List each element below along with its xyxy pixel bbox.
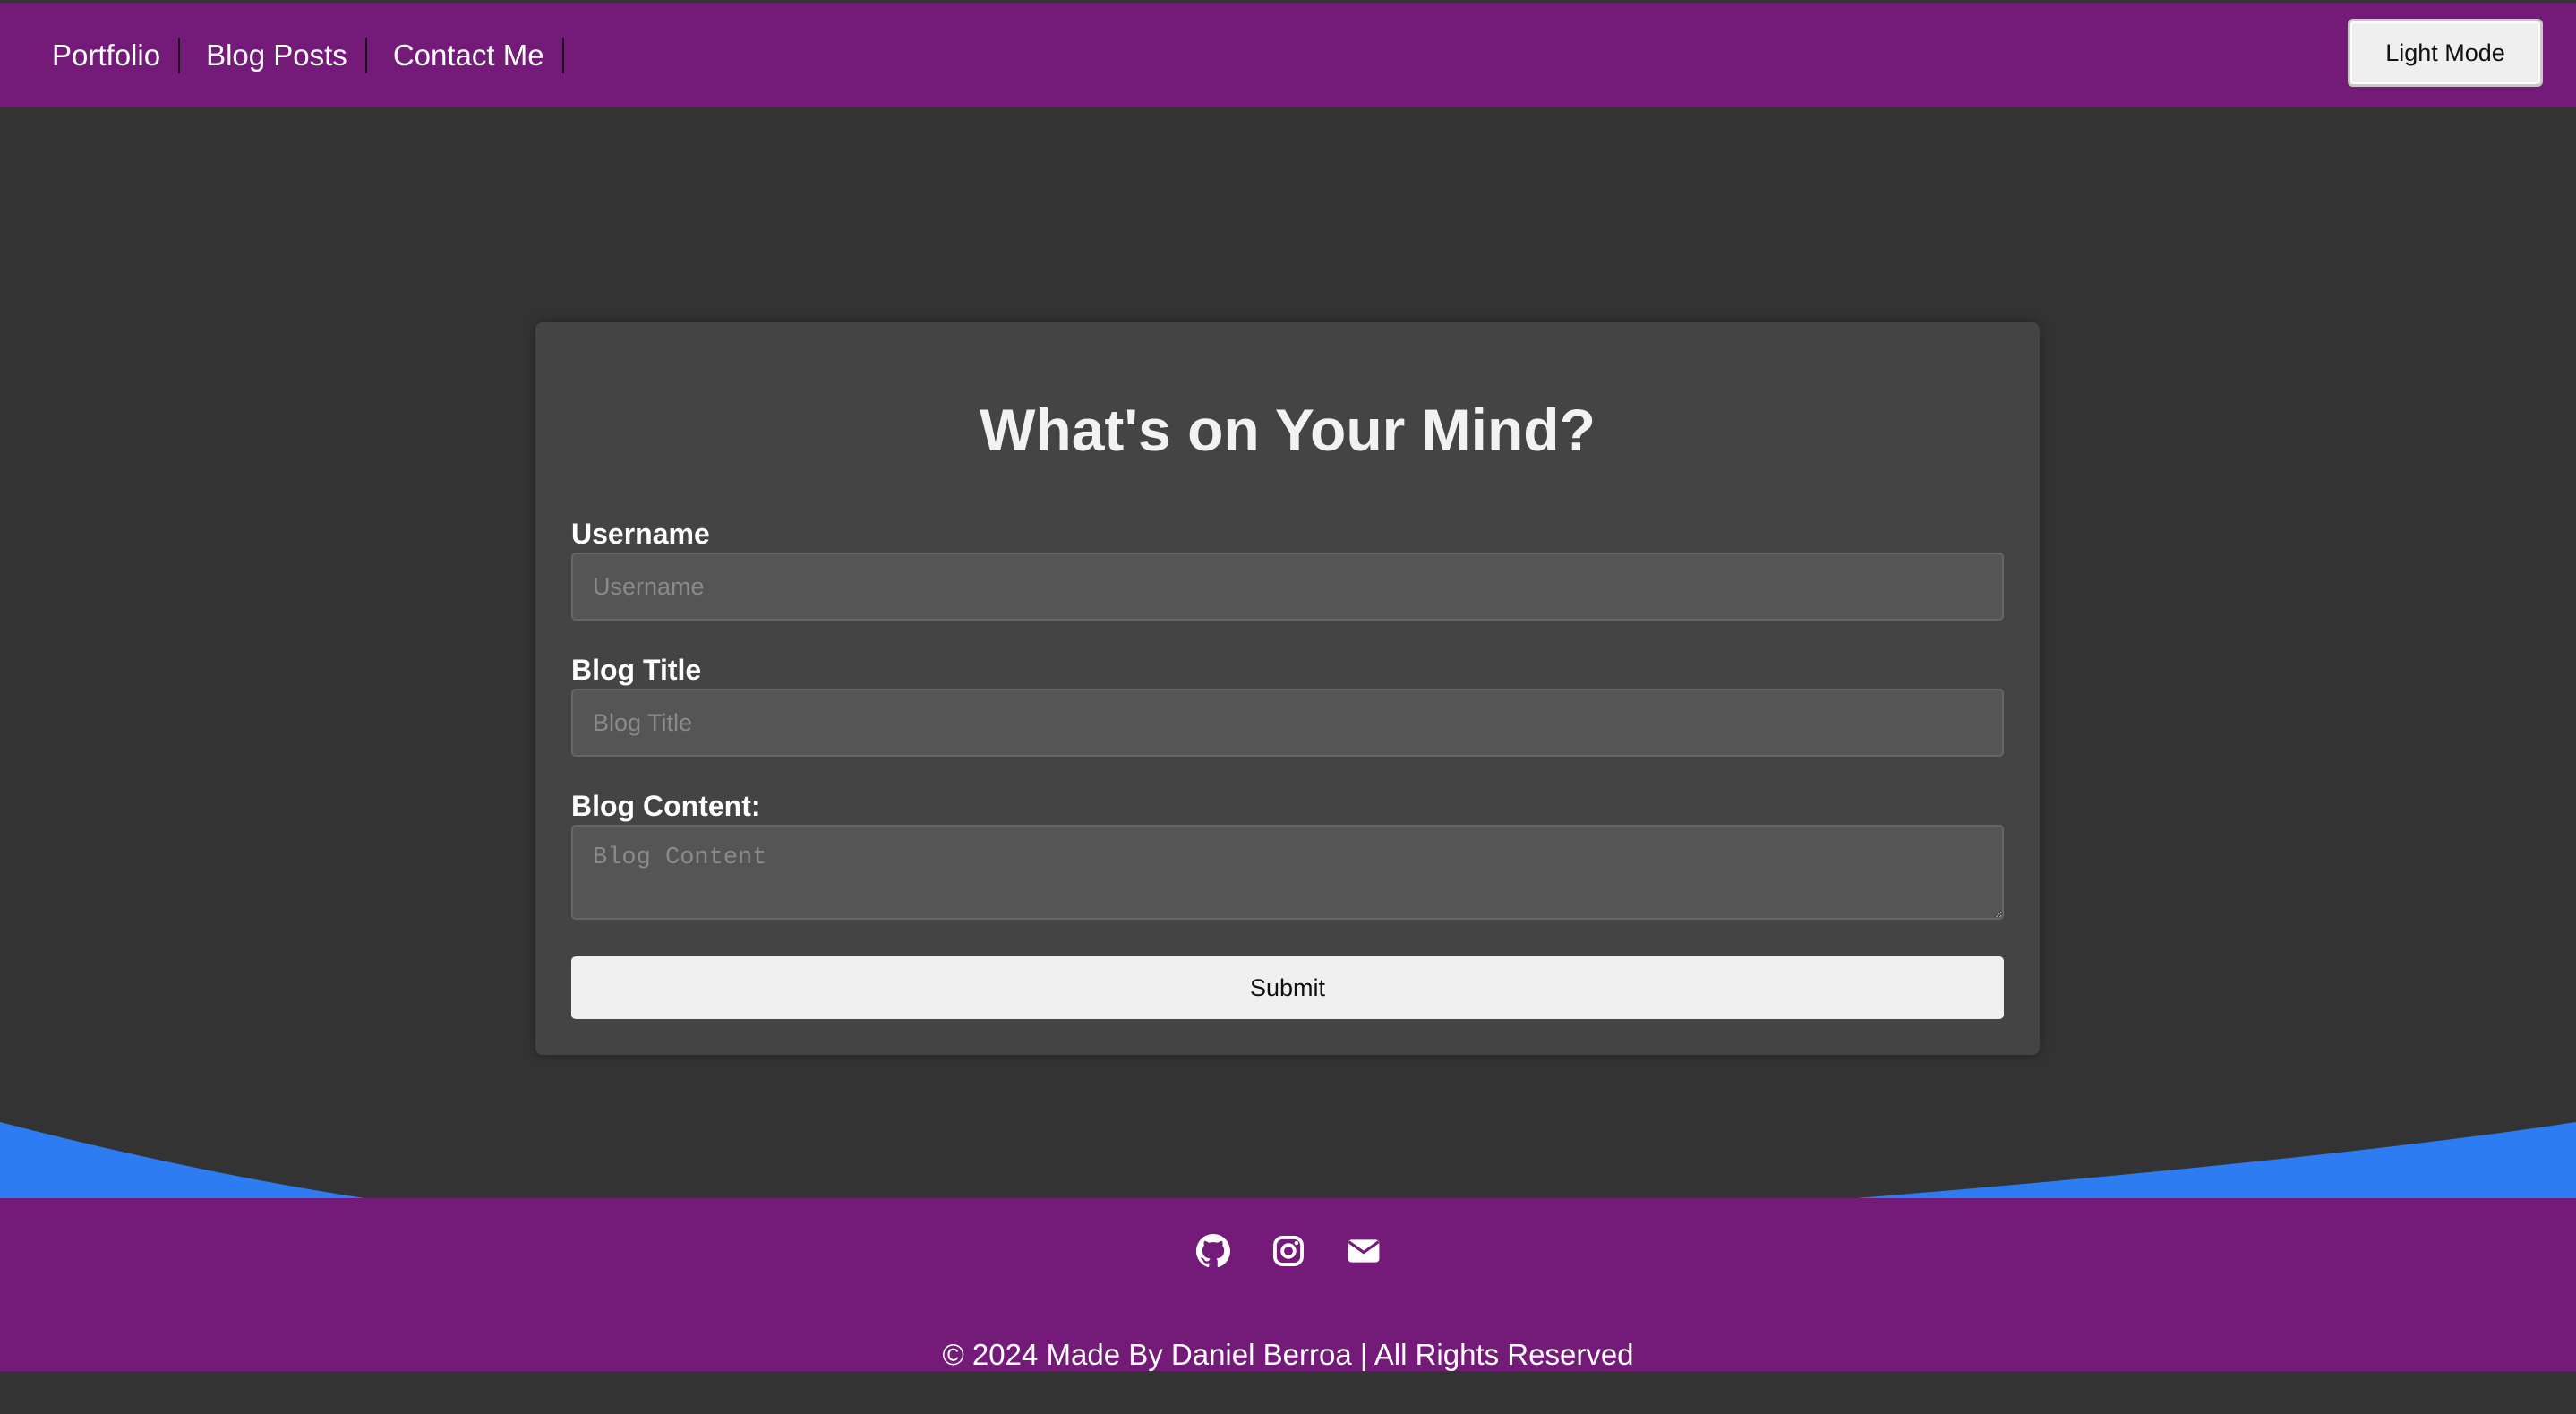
form-title: What's on Your Mind? — [980, 397, 1596, 463]
blog-title-input[interactable] — [571, 689, 2004, 757]
blog-form-card: What's on Your Mind? Username Blog Title… — [535, 322, 2040, 1055]
copyright-text: © 2024 Made By Daniel Berroa | All Right… — [942, 1338, 1634, 1371]
footer: © 2024 Made By Daniel Berroa | All Right… — [0, 1198, 2576, 1371]
submit-button[interactable]: Submit — [571, 956, 2004, 1019]
instagram-icon[interactable] — [1271, 1234, 1305, 1268]
main-nav: Portfolio Blog Posts Contact Me — [52, 37, 590, 73]
github-icon[interactable] — [1195, 1234, 1230, 1268]
username-input[interactable] — [571, 553, 2004, 621]
footer-wave — [0, 1122, 2576, 1200]
username-label: Username — [571, 518, 710, 550]
social-links — [0, 1234, 2576, 1268]
blog-content-label: Blog Content: — [571, 790, 761, 822]
page: Portfolio Blog Posts Contact Me Light Mo… — [0, 0, 2576, 1414]
blog-title-label: Blog Title — [571, 654, 702, 686]
nav-link-portfolio[interactable]: Portfolio — [52, 37, 181, 73]
nav-link-blog-posts[interactable]: Blog Posts — [206, 37, 367, 73]
nav-link-contact-me[interactable]: Contact Me — [393, 37, 564, 73]
light-mode-button[interactable]: Light Mode — [2348, 19, 2543, 87]
envelope-icon[interactable] — [1347, 1234, 1381, 1268]
blog-content-textarea[interactable] — [571, 825, 2004, 920]
top-nav-bar: Portfolio Blog Posts Contact Me Light Mo… — [0, 3, 2576, 107]
